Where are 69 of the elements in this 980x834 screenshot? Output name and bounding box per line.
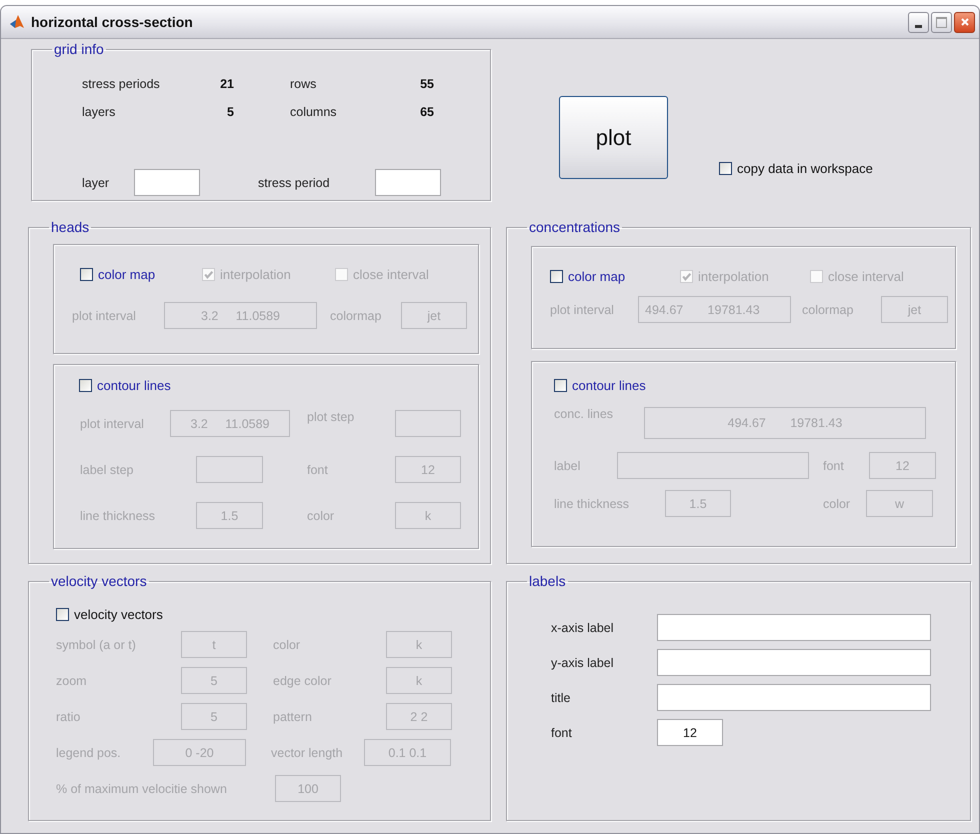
field-value: 65 (419, 105, 434, 119)
field-label: color (823, 496, 852, 510)
field-label: edge color (273, 674, 332, 688)
field-label: columns (290, 105, 338, 119)
panel-title: grid info (53, 41, 105, 58)
field-label: font (823, 458, 845, 472)
field-label: vector length (271, 746, 344, 760)
window-title: horizontal cross-section (31, 14, 193, 30)
field-label: ratio (56, 710, 82, 724)
app-logo-icon (9, 14, 25, 30)
field-label: layers (82, 105, 116, 119)
field-label: plot interval (80, 416, 145, 430)
field-label: font (307, 462, 329, 476)
checkbox-label[interactable]: color map (98, 267, 156, 282)
panel-title: concentrations (528, 219, 622, 236)
checkbox[interactable] (80, 268, 93, 281)
close-button[interactable] (954, 12, 975, 32)
checkbox[interactable] (554, 379, 567, 392)
maximize-icon (936, 16, 947, 28)
checkbox[interactable] (550, 270, 563, 283)
field-label: rows (290, 77, 318, 91)
field-label: conc. lines (554, 407, 614, 421)
field-label: plot step (307, 410, 356, 424)
panel-title: labels (528, 573, 567, 590)
plot-button[interactable]: plot (559, 96, 668, 179)
field-label: x-axis label (551, 620, 615, 634)
checkbox-label[interactable]: contour lines (97, 378, 171, 393)
text-field[interactable] (375, 169, 441, 196)
checkbox[interactable] (719, 162, 732, 175)
field-label: plot interval (550, 302, 615, 316)
text-field[interactable] (657, 684, 931, 711)
field-label: label (554, 458, 582, 472)
field-value: 21 (219, 77, 234, 91)
field-label: line thickness (80, 508, 156, 522)
minimize-button[interactable] (908, 12, 929, 32)
field-label: layer (82, 176, 110, 190)
field-label: stress period (258, 176, 331, 190)
text-field[interactable] (657, 614, 931, 641)
field-label: plot interval (72, 308, 137, 322)
field-label: colormap (802, 302, 854, 316)
checkbox-label[interactable]: color map (568, 269, 626, 284)
text-field[interactable] (134, 169, 200, 196)
field-label: stress periods (82, 77, 161, 91)
field-label: symbol (a or t) (56, 638, 137, 652)
text-field[interactable] (657, 649, 931, 676)
field-label: colormap (330, 308, 382, 322)
minimize-icon (915, 24, 922, 28)
field-label: % of maximum velocitie shown (56, 782, 228, 796)
checkbox-label[interactable]: contour lines (572, 378, 646, 393)
checkbox[interactable] (79, 379, 92, 392)
close-icon (960, 17, 970, 27)
field-label: color (273, 638, 302, 652)
field-label: color (307, 508, 336, 522)
field-label: font (551, 726, 573, 740)
field-label: legend pos. (56, 746, 122, 760)
field-label: line thickness (554, 496, 630, 510)
checkbox[interactable] (56, 608, 69, 621)
panel-title: velocity vectors (50, 573, 148, 590)
field-label: pattern (273, 710, 313, 724)
panel-title: heads (50, 219, 90, 236)
checkbox-label[interactable]: copy data in workspace (737, 161, 873, 176)
field-label: title (551, 690, 572, 704)
field-label: y-axis label (551, 656, 615, 670)
field-value: 55 (419, 77, 434, 91)
field-value: 5 (226, 105, 234, 119)
text-field[interactable]: 12 (657, 719, 723, 746)
field-label: label step (80, 462, 135, 476)
field-label: zoom (56, 674, 88, 688)
checkbox-label[interactable]: velocity vectors (74, 607, 163, 622)
